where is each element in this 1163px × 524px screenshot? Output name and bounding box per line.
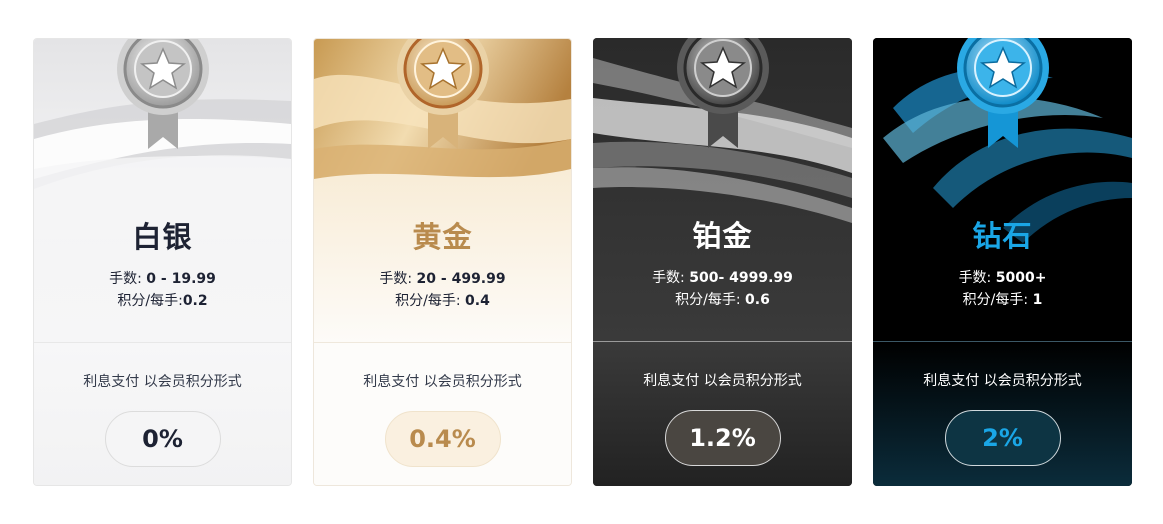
interest-description: 利息支付 以会员积分形式 bbox=[363, 374, 522, 390]
points-per-lot: 积分/每手: 0.4 bbox=[395, 293, 490, 309]
card-footer: 利息支付 以会员积分形式 0% bbox=[34, 343, 291, 485]
points-per-lot: 积分/每手: 0.6 bbox=[675, 292, 770, 308]
card-footer: 利息支付 以会员积分形式 0.4% bbox=[314, 343, 571, 485]
lots-range: 手数: 0 - 19.99 bbox=[109, 271, 216, 287]
tier-name: 白银 bbox=[132, 220, 193, 254]
lots-range: 手数: 20 - 499.99 bbox=[379, 271, 506, 287]
interest-description: 利息支付 以会员积分形式 bbox=[923, 373, 1082, 389]
points-per-lot: 积分/每手:0.2 bbox=[117, 293, 208, 309]
lots-range: 手数: 5000+ bbox=[958, 270, 1047, 286]
interest-description: 利息支付 以会员积分形式 bbox=[643, 373, 802, 389]
star-medal-icon bbox=[116, 39, 209, 149]
card-footer: 利息支付 以会员积分形式 1.2% bbox=[593, 342, 852, 486]
tier-name: 铂金 bbox=[692, 219, 753, 253]
lots-range: 手数: 500- 4999.99 bbox=[652, 270, 793, 286]
interest-rate-badge: 0% bbox=[104, 411, 221, 467]
tier-card-gold: 黄金 手数: 20 - 499.99 积分/每手: 0.4 利息支付 以会员积分… bbox=[313, 38, 572, 486]
tier-card-silver: 白银 手数: 0 - 19.99 积分/每手:0.2 利息支付 以会员积分形式 … bbox=[33, 38, 292, 486]
star-medal-icon bbox=[956, 38, 1049, 148]
interest-description: 利息支付 以会员积分形式 bbox=[83, 374, 242, 390]
star-medal-icon bbox=[396, 39, 489, 149]
card-footer: 利息支付 以会员积分形式 2% bbox=[873, 342, 1132, 486]
tier-name: 黄金 bbox=[412, 220, 473, 254]
points-per-lot: 积分/每手: 1 bbox=[962, 292, 1043, 308]
star-medal-icon bbox=[676, 38, 769, 148]
interest-rate-badge: 1.2% bbox=[664, 410, 781, 466]
interest-rate-badge: 0.4% bbox=[384, 411, 501, 467]
tier-name: 钻石 bbox=[972, 219, 1033, 253]
tier-card-diamond: 钻石 手数: 5000+ 积分/每手: 1 利息支付 以会员积分形式 2% bbox=[873, 38, 1132, 486]
tier-card-platinum: 铂金 手数: 500- 4999.99 积分/每手: 0.6 利息支付 以会员积… bbox=[593, 38, 852, 486]
interest-rate-badge: 2% bbox=[944, 410, 1061, 466]
